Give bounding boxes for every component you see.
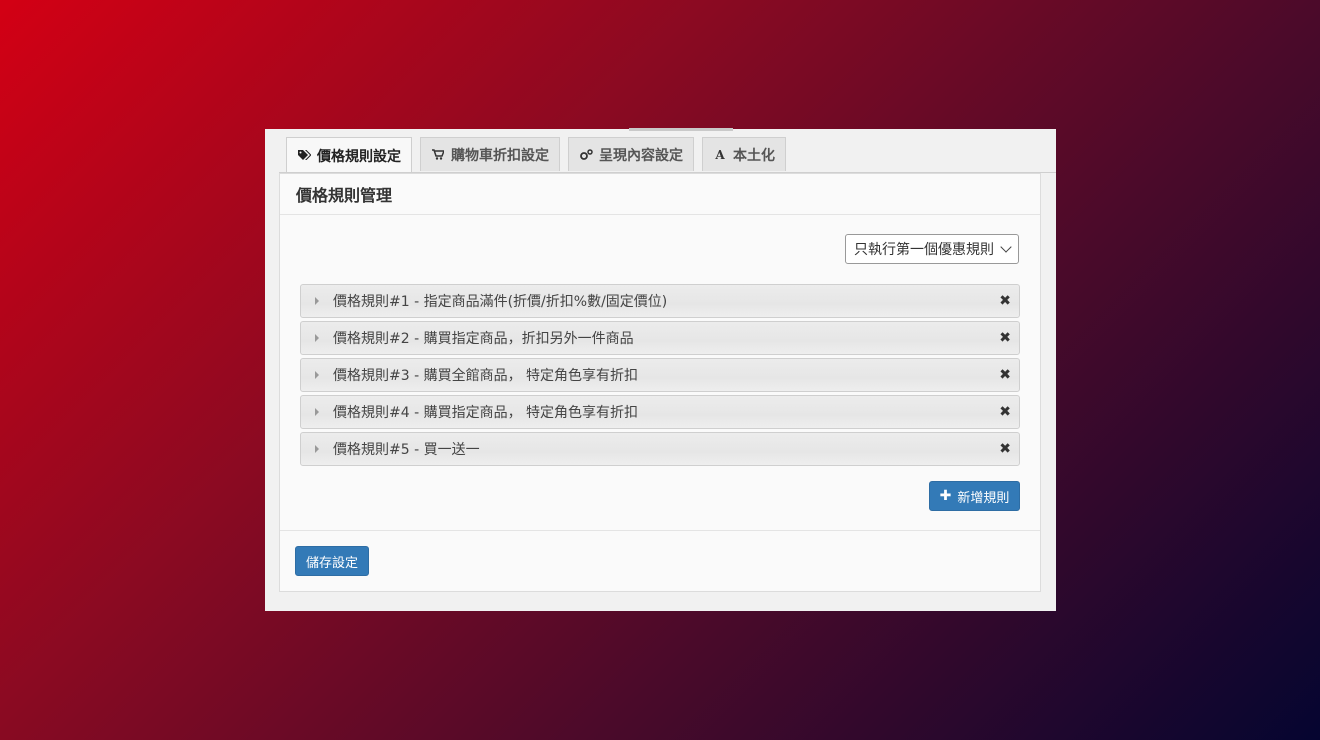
tab-label: 本土化 [733,147,775,164]
rule-item[interactable]: 價格規則#4 - 購買指定商品， 特定角色享有折扣 ✖ [300,395,1020,429]
rule-label: 價格規則#1 - 指定商品滿件(折價/折扣%數/固定價位) [333,294,668,310]
close-icon[interactable]: ✖ [999,441,1011,457]
caret-right-icon [315,408,319,416]
save-settings-button[interactable]: 儲存設定 [295,546,369,576]
rule-label: 價格規則#3 - 購買全館商品， 特定角色享有折扣 [333,368,639,384]
tab-cart-discount[interactable]: 購物車折扣設定 [420,137,560,171]
rule-list: 價格規則#1 - 指定商品滿件(折價/折扣%數/固定價位) ✖ 價格規則#2 -… [300,284,1020,469]
rule-item[interactable]: 價格規則#5 - 買一送一 ✖ [300,432,1020,466]
panel-title: 價格規則管理 [280,174,1040,215]
rule-mode-select[interactable]: 只執行第一個優惠規則 [845,234,1019,264]
window-notch [629,128,733,131]
tab-localization[interactable]: A 本土化 [702,137,786,171]
settings-window: 價格規則設定 購物車折扣設定 呈現內容設定 A 本土化 價格規則管理 只執行第一… [265,128,1056,611]
tags-icon [297,150,311,161]
tab-label: 呈現內容設定 [599,147,683,164]
save-label: 儲存設定 [305,555,358,571]
rule-item[interactable]: 價格規則#2 - 購買指定商品，折扣另外一件商品 ✖ [300,321,1020,355]
caret-right-icon [315,297,319,305]
tab-label: 購物車折扣設定 [451,147,549,164]
gears-icon [579,149,593,160]
caret-right-icon [315,334,319,342]
close-icon[interactable]: ✖ [999,330,1011,346]
tab-label: 價格規則設定 [317,148,401,165]
rule-item[interactable]: 價格規則#3 - 購買全館商品， 特定角色享有折扣 ✖ [300,358,1020,392]
close-icon[interactable]: ✖ [999,293,1011,309]
caret-right-icon [315,371,319,379]
plus-icon: ✚ [939,488,952,504]
rule-item[interactable]: 價格規則#1 - 指定商品滿件(折價/折扣%數/固定價位) ✖ [300,284,1020,318]
add-rule-button[interactable]: ✚ 新增規則 [929,481,1020,511]
tab-bar: 價格規則設定 購物車折扣設定 呈現內容設定 A 本土化 [286,137,794,173]
close-icon[interactable]: ✖ [999,367,1011,383]
close-icon[interactable]: ✖ [999,404,1011,420]
price-rules-panel: 價格規則管理 只執行第一個優惠規則 價格規則#1 - 指定商品滿件(折價/折扣%… [279,173,1041,592]
font-icon: A [715,147,725,162]
tab-price-rules[interactable]: 價格規則設定 [286,137,412,173]
tab-display-settings[interactable]: 呈現內容設定 [568,137,694,171]
add-rule-label: 新增規則 [957,490,1010,506]
rule-label: 價格規則#4 - 購買指定商品， 特定角色享有折扣 [333,405,639,421]
footer-divider [280,530,1040,531]
rule-label: 價格規則#5 - 買一送一 [333,442,480,458]
chevron-down-icon [1000,241,1012,253]
cart-icon [431,149,445,160]
rule-label: 價格規則#2 - 購買指定商品，折扣另外一件商品 [333,331,634,347]
select-value: 只執行第一個優惠規則 [854,242,994,258]
caret-right-icon [315,445,319,453]
